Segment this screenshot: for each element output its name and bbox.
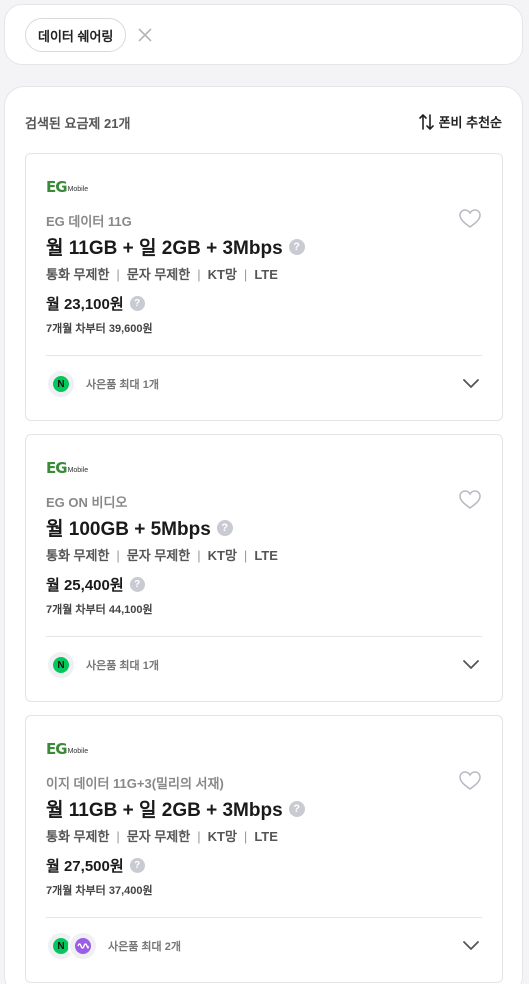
naverpay-glyph: N — [53, 938, 69, 954]
spec-network: KT망 — [207, 267, 237, 282]
gift-count: 사은품 최대 1개 — [86, 660, 159, 672]
gift-count: 사은품 최대 2개 — [108, 941, 181, 953]
price-after-discount: 7개월 차부터 44,100원 — [46, 604, 153, 616]
spec-type: LTE — [254, 829, 278, 844]
spec-separator: | — [243, 829, 248, 844]
spec-separator: | — [243, 267, 248, 282]
chevron-down-icon[interactable] — [462, 939, 480, 951]
help-icon[interactable]: ? — [216, 519, 233, 536]
heart-icon[interactable] — [459, 209, 481, 229]
logo-main: EG — [46, 740, 68, 758]
spec-network: KT망 — [207, 829, 237, 844]
plan-data-allowance: 월 11GB + 일 2GB + 3Mbps ? — [46, 795, 305, 822]
divider — [46, 355, 482, 356]
plan-data-allowance: 월 100GB + 5Mbps ? — [46, 514, 233, 541]
spec-separator: | — [116, 829, 120, 844]
naverpay-glyph: N — [53, 657, 69, 673]
filter-chip-data-sharing[interactable]: 데이터 쉐어링 — [25, 18, 127, 52]
spec-sms: 문자 무제한 — [126, 829, 191, 844]
spec-separator: | — [197, 267, 201, 282]
plan-card[interactable]: EG Mobile 이지 데이터 11G+3(밀리의 서재) 월 11GB + … — [25, 715, 503, 983]
gift-row[interactable]: N 사은품 최대 2개 — [46, 931, 181, 961]
help-icon[interactable]: ? — [129, 577, 145, 592]
carrier-logo: EG Mobile — [46, 740, 89, 758]
help-icon[interactable]: ? — [129, 858, 145, 873]
plan-data-text: 월 11GB + 일 2GB + 3Mbps — [46, 800, 283, 821]
carrier-logo: EG Mobile — [46, 178, 89, 196]
plan-name: 이지 데이터 11G+3(밀리의 서재) — [46, 776, 224, 791]
divider — [46, 917, 482, 918]
plan-price: 월 25,400원 ? — [46, 574, 145, 595]
spec-type: LTE — [254, 267, 278, 282]
plan-data-text: 월 100GB + 5Mbps — [46, 519, 211, 540]
plan-data-text: 월 11GB + 일 2GB + 3Mbps — [46, 238, 283, 259]
spec-separator: | — [116, 267, 120, 282]
naverpay-icon: N — [46, 650, 76, 680]
help-icon[interactable]: ? — [288, 800, 305, 817]
gift-row[interactable]: N 사은품 최대 1개 — [46, 650, 159, 680]
plan-name: EG ON 비디오 — [46, 495, 128, 510]
carrier-logo: EG Mobile — [46, 459, 89, 477]
sort-icon — [418, 113, 434, 130]
chevron-down-icon[interactable] — [462, 658, 480, 670]
spec-separator: | — [116, 548, 120, 563]
gift-count: 사은품 최대 1개 — [86, 379, 159, 391]
logo-main: EG — [46, 178, 68, 196]
price-text: 월 27,500원 — [46, 858, 124, 875]
filter-bar: 데이터 쉐어링 — [4, 4, 523, 65]
help-icon[interactable]: ? — [288, 238, 305, 255]
spec-sms: 문자 무제한 — [126, 267, 191, 282]
plan-specs: 통화 무제한 | 문자 무제한 | KT망 | LTE — [46, 545, 278, 564]
naverpay-icon: N — [46, 369, 76, 399]
filter-chip-label: 데이터 쉐어링 — [38, 28, 114, 44]
results-panel: 검색된 요금제 21개 폰비 추천순 EG Mobile EG 데이터 11G … — [4, 86, 523, 984]
sort-button[interactable]: 폰비 추천순 — [418, 112, 502, 131]
plan-name: EG 데이터 11G — [46, 214, 132, 229]
logo-main: EG — [46, 459, 68, 477]
heart-icon[interactable] — [459, 490, 481, 510]
price-text: 월 23,100원 — [46, 296, 124, 313]
spec-call: 통화 무제한 — [46, 829, 110, 844]
plan-specs: 통화 무제한 | 문자 무제한 | KT망 | LTE — [46, 826, 278, 845]
price-after-discount: 7개월 차부터 37,400원 — [46, 885, 153, 897]
plan-price: 월 23,100원 ? — [46, 293, 145, 314]
spec-separator: | — [197, 829, 201, 844]
plan-data-allowance: 월 11GB + 일 2GB + 3Mbps ? — [46, 233, 305, 260]
logo-sub: Mobile — [67, 467, 89, 474]
chevron-down-icon[interactable] — [462, 377, 480, 389]
gift-row[interactable]: N 사은품 최대 1개 — [46, 369, 159, 399]
logo-sub: Mobile — [67, 186, 89, 193]
heart-icon[interactable] — [459, 771, 481, 791]
plan-card[interactable]: EG Mobile EG ON 비디오 월 100GB + 5Mbps ? 통화… — [25, 434, 503, 702]
price-text: 월 25,400원 — [46, 577, 124, 594]
price-after-discount: 7개월 차부터 39,600원 — [46, 323, 153, 335]
spec-network: KT망 — [207, 548, 237, 563]
spec-call: 통화 무제한 — [46, 548, 110, 563]
millie-icon — [68, 931, 98, 961]
logo-sub: Mobile — [67, 748, 89, 755]
spec-separator: | — [243, 548, 248, 563]
spec-type: LTE — [254, 548, 278, 563]
plan-specs: 통화 무제한 | 문자 무제한 | KT망 | LTE — [46, 264, 278, 283]
millie-glyph — [75, 938, 91, 954]
sort-label: 폰비 추천순 — [438, 115, 502, 130]
help-icon[interactable]: ? — [129, 296, 145, 311]
naverpay-glyph: N — [53, 376, 69, 392]
plan-card[interactable]: EG Mobile EG 데이터 11G 월 11GB + 일 2GB + 3M… — [25, 153, 503, 421]
plan-price: 월 27,500원 ? — [46, 855, 145, 876]
spec-sms: 문자 무제한 — [126, 548, 191, 563]
divider — [46, 636, 482, 637]
spec-call: 통화 무제한 — [46, 267, 110, 282]
spec-separator: | — [197, 548, 201, 563]
close-icon[interactable] — [138, 28, 152, 42]
results-count: 검색된 요금제 21개 — [25, 116, 131, 131]
